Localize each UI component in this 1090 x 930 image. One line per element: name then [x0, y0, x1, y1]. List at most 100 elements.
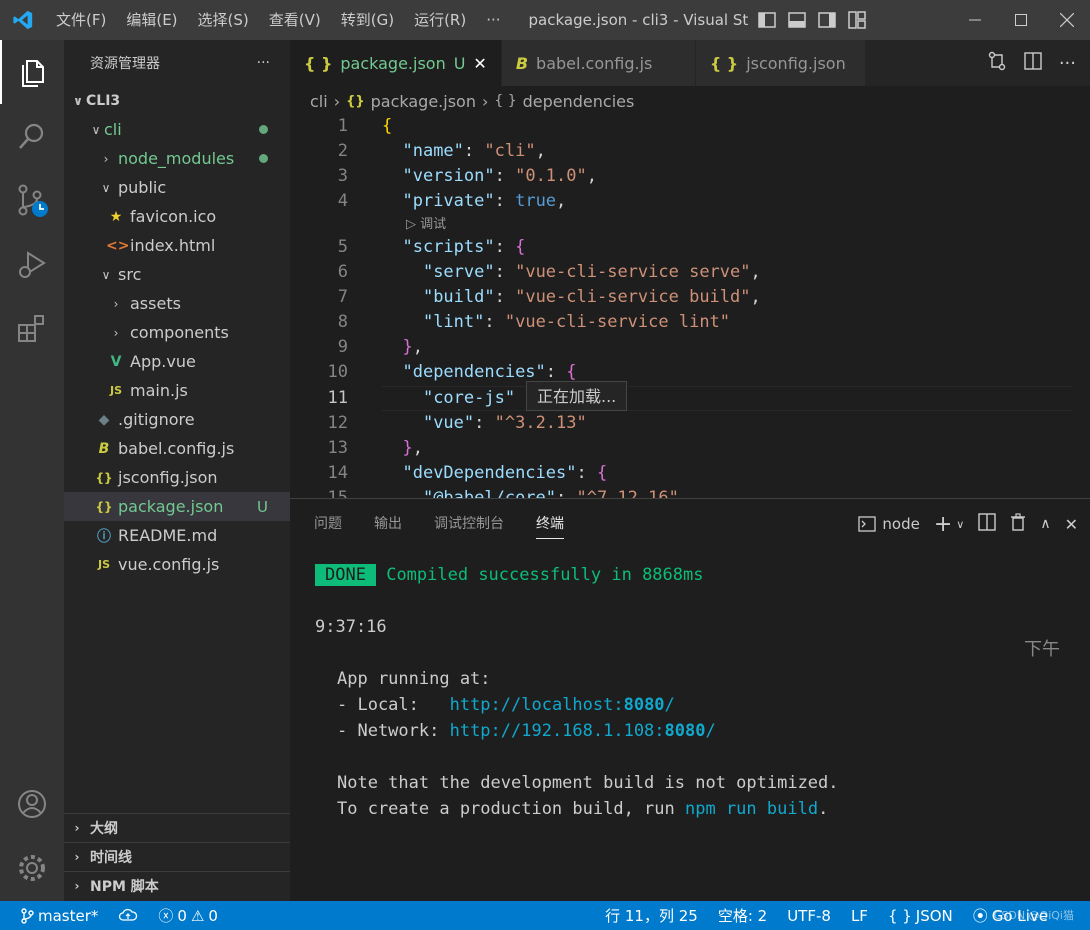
done-badge: DONE	[315, 564, 376, 586]
menu-more[interactable]: ···	[476, 0, 510, 40]
menu-selection[interactable]: 选择(S)	[188, 0, 259, 40]
tab-package-json[interactable]: { } package.json U ✕	[290, 40, 502, 86]
split-editor-icon[interactable]	[1023, 51, 1043, 75]
menu-file[interactable]: 文件(F)	[46, 0, 116, 40]
tree-item-main-js[interactable]: JS main.js	[64, 376, 290, 405]
customize-layout-icon[interactable]	[847, 10, 867, 30]
sync-icon[interactable]	[108, 901, 148, 930]
tree-item-jsconfig[interactable]: {} jsconfig.json	[64, 463, 290, 492]
tree-item-app-vue[interactable]: V App.vue	[64, 347, 290, 376]
toggle-panel-icon[interactable]	[787, 10, 807, 30]
npm-scripts-section[interactable]: › NPM 脚本	[64, 871, 290, 900]
maximize-panel-icon[interactable]: ∧	[1040, 516, 1050, 532]
debug-codelens[interactable]: ▷ 调试	[406, 215, 446, 235]
chevron-right-icon: ›	[103, 151, 109, 166]
problems-status[interactable]: ⓧ 0 ⚠ 0	[148, 901, 228, 930]
section-label: 大纲	[90, 821, 118, 837]
compare-changes-icon[interactable]	[987, 51, 1007, 75]
breadcrumb-folder[interactable]: cli	[310, 92, 328, 111]
tab-jsconfig[interactable]: { } jsconfig.json	[695, 40, 866, 86]
tab-debug-console[interactable]: 调试控制台	[434, 499, 504, 549]
close-panel-icon[interactable]: ✕	[1065, 515, 1078, 534]
more-actions-icon[interactable]: ···	[1059, 53, 1076, 74]
cursor-position[interactable]: 行 11，列 25	[595, 901, 708, 930]
json-file-icon: { }	[709, 53, 739, 73]
tree-item-babel-config[interactable]: B babel.config.js	[64, 434, 290, 463]
terminal-output[interactable]: DONE Compiled successfully in 8868ms 下午 …	[290, 549, 1090, 902]
trash-icon[interactable]	[1010, 513, 1026, 535]
encoding[interactable]: UTF-8	[777, 901, 841, 930]
tree-item-assets[interactable]: › assets	[64, 289, 290, 318]
source-control-icon[interactable]	[0, 168, 64, 232]
tree-item-cli[interactable]: ∨ cli	[64, 115, 290, 144]
chevron-down-icon[interactable]: ∨	[956, 518, 964, 531]
code-line: 15 "@babel/core": "^7.12.16",	[290, 486, 1090, 498]
tree-item-package-json[interactable]: {} package.json U	[64, 492, 290, 521]
search-icon[interactable]	[0, 104, 64, 168]
babel-file-icon: B	[98, 440, 110, 457]
timeline-section[interactable]: › 时间线	[64, 842, 290, 871]
branch-status[interactable]: master*	[0, 901, 108, 930]
chevron-right-icon: ›	[113, 325, 119, 340]
language-mode[interactable]: { } JSON	[878, 901, 963, 930]
watermark: CSDN @QiQi猫	[993, 909, 1074, 922]
tab-output[interactable]: 输出	[374, 499, 402, 549]
untracked-badge: U	[257, 497, 268, 516]
line-number: 6	[337, 262, 348, 282]
editor-tabs: { } package.json U ✕ B babel.config.js {…	[290, 40, 1090, 86]
breadcrumb-file[interactable]: package.json	[371, 92, 476, 111]
local-url-link[interactable]: http://localhost:	[450, 695, 624, 715]
explorer-icon[interactable]	[0, 40, 64, 104]
tree-item-public[interactable]: ∨ public	[64, 173, 290, 202]
line-number: 13	[327, 438, 348, 458]
window-title: package.json - cli3 - Visual St...	[528, 11, 749, 29]
code-editor[interactable]: 1{ 2 "name": "cli", 3 "version": "0.1.0"…	[290, 114, 1090, 498]
code-line: 12 "vue": "^3.2.13"	[290, 411, 1090, 436]
settings-gear-icon[interactable]	[0, 836, 64, 900]
menu-view[interactable]: 查看(V)	[259, 0, 331, 40]
accounts-icon[interactable]	[0, 772, 64, 836]
tree-item-node-modules[interactable]: › node_modules	[64, 144, 290, 173]
explorer-header: 资源管理器 ···	[64, 40, 290, 86]
tree-item-components[interactable]: › components	[64, 318, 290, 347]
menu-go[interactable]: 转到(G)	[331, 0, 404, 40]
branch-name: master*	[38, 906, 99, 925]
tree-item-favicon[interactable]: ★ favicon.ico	[64, 202, 290, 231]
tree-item-label: App.vue	[130, 352, 196, 371]
new-terminal-icon[interactable]: +	[934, 512, 952, 537]
tab-label: babel.config.js	[536, 53, 653, 73]
menu-run[interactable]: 运行(R)	[404, 0, 476, 40]
run-debug-icon[interactable]	[0, 232, 64, 296]
terminal-shell-selector[interactable]: node	[858, 515, 920, 533]
outline-section[interactable]: › 大纲	[64, 813, 290, 842]
extensions-icon[interactable]	[0, 296, 64, 360]
tree-item-gitignore[interactable]: ◆ .gitignore	[64, 405, 290, 434]
tree-item-label: vue.config.js	[118, 555, 220, 574]
breadcrumb-symbol[interactable]: dependencies	[523, 92, 635, 111]
tab-terminal[interactable]: 终端	[536, 499, 564, 549]
minimize-icon[interactable]	[952, 0, 998, 40]
tab-babel-config[interactable]: B babel.config.js	[501, 40, 696, 86]
toggle-secondary-sidebar-icon[interactable]	[817, 10, 837, 30]
toggle-primary-sidebar-icon[interactable]	[757, 10, 777, 30]
network-url-link[interactable]: http://192.168.1.108:	[450, 721, 665, 741]
tree-item-src[interactable]: ∨ src	[64, 260, 290, 289]
explorer-more-button[interactable]: ···	[257, 55, 270, 71]
workspace-root[interactable]: ∨ CLI3	[64, 86, 290, 115]
end-of-line[interactable]: LF	[841, 901, 878, 930]
indentation[interactable]: 空格: 2	[708, 901, 777, 930]
code-line: 11 "core-js" ,|	[290, 386, 1090, 411]
menu-edit[interactable]: 编辑(E)	[116, 0, 187, 40]
line-number: 9	[337, 337, 348, 357]
tree-item-label: src	[118, 265, 142, 284]
maximize-icon[interactable]	[998, 0, 1044, 40]
tab-problems[interactable]: 问题	[314, 499, 342, 549]
close-icon[interactable]: ✕	[473, 54, 486, 73]
tree-item-index-html[interactable]: <> index.html	[64, 231, 290, 260]
close-window-icon[interactable]	[1044, 0, 1090, 40]
chevron-right-icon: ›	[74, 879, 80, 893]
split-terminal-icon[interactable]	[978, 513, 997, 535]
line-number: 2	[337, 141, 348, 161]
tree-item-vue-config[interactable]: JS vue.config.js	[64, 550, 290, 579]
tree-item-readme[interactable]: ⓘ README.md	[64, 521, 290, 550]
